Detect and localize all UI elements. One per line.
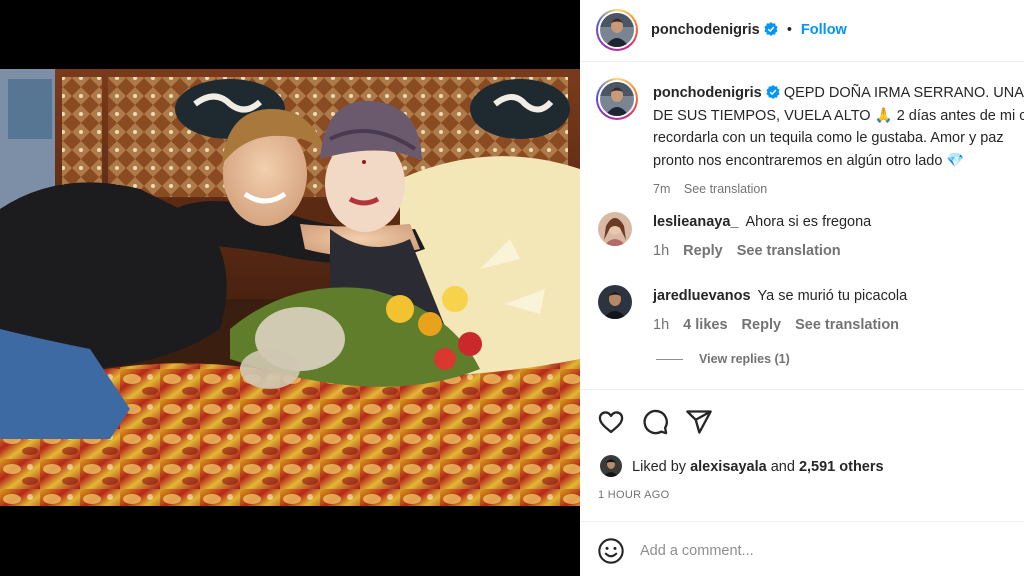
comment-username[interactable]: jaredluevanos	[653, 288, 751, 304]
comment-item: jaredluevanos Ya se murió tu picacola 1h…	[580, 284, 1024, 344]
liker-avatar[interactable]	[600, 455, 622, 477]
likes-summary: Liked by alexisayala and 2,591 others	[600, 455, 884, 477]
share-icon[interactable]	[685, 408, 713, 436]
liked-by-others[interactable]: 2,591 others	[799, 459, 884, 475]
follow-button[interactable]: Follow	[801, 22, 847, 38]
comment-body: leslieanaya_ Ahora si es fregona	[653, 214, 871, 230]
caption-time[interactable]: 7m	[653, 182, 670, 196]
caption-line-3: recordarla con un tequila como le gustab…	[653, 130, 1004, 146]
emoji-icon[interactable]	[597, 537, 625, 565]
comment-time[interactable]: 1h	[653, 317, 669, 333]
comment-avatar[interactable]	[598, 212, 632, 246]
comment-reply-button[interactable]: Reply	[683, 243, 723, 259]
comment-meta: 1h 4 likes Reply See translation	[653, 317, 909, 333]
liked-by-prefix: Liked by	[632, 459, 687, 475]
author-avatar-image	[600, 13, 634, 47]
comment-icon[interactable]	[641, 408, 669, 436]
comment-time[interactable]: 1h	[653, 243, 669, 259]
caption-username[interactable]: ponchodenigris	[653, 85, 762, 101]
heart-icon[interactable]	[597, 408, 625, 436]
post-details-panel: ponchodenigris • Follow ponchodenigris Q…	[580, 0, 1024, 576]
caption-avatar-image	[600, 82, 634, 116]
verified-badge-icon	[766, 85, 780, 99]
post-photo-illustration	[0, 69, 580, 506]
caption-meta: 7m See translation	[653, 178, 1024, 201]
media-pane	[0, 0, 580, 576]
comment-divider	[580, 521, 1024, 522]
post-timestamp[interactable]: 1 HOUR AGO	[598, 489, 669, 501]
caption-text: ponchodenigris QEPD DOÑA IRMA SERRANO. U…	[653, 82, 1024, 201]
comment-body: jaredluevanos Ya se murió tu picacola	[653, 288, 907, 304]
comment-reply-button[interactable]: Reply	[742, 317, 782, 333]
view-replies-button[interactable]: View replies (1)	[656, 352, 790, 366]
post-photo[interactable]	[0, 69, 580, 506]
liked-by-and: and	[770, 459, 795, 475]
caption-line-1: QEPD DOÑA IRMA SERRANO. UNA	[783, 85, 1024, 101]
comment-avatar-image	[598, 285, 632, 319]
view-replies-label: View replies (1)	[699, 352, 790, 366]
caption-see-translation[interactable]: See translation	[684, 182, 767, 196]
comment-item: leslieanaya_ Ahora si es fregona 1h Repl…	[580, 210, 1024, 270]
header-separator: •	[786, 22, 792, 38]
liker-avatar-image	[600, 455, 622, 477]
comment-see-translation[interactable]: See translation	[737, 243, 841, 259]
comment-username[interactable]: leslieanaya_	[653, 214, 738, 230]
comment-text: Ahora si es fregona	[745, 214, 872, 230]
comment-likes[interactable]: 4 likes	[683, 317, 727, 333]
header-username-row: ponchodenigris • Follow	[651, 22, 847, 38]
post-header: ponchodenigris • Follow	[580, 0, 1024, 62]
comment-meta: 1h Reply See translation	[653, 243, 851, 259]
comment-see-translation[interactable]: See translation	[795, 317, 899, 333]
caption-block: ponchodenigris QEPD DOÑA IRMA SERRANO. U…	[580, 62, 1024, 196]
liked-by-user[interactable]: alexisayala	[690, 459, 767, 475]
verified-badge-icon	[764, 22, 778, 36]
actions-divider	[580, 389, 1024, 390]
author-avatar[interactable]	[596, 9, 638, 51]
comment-text: Ya se murió tu picacola	[757, 288, 908, 304]
caption-author-avatar[interactable]	[596, 78, 638, 120]
comment-avatar-image	[598, 212, 632, 246]
caption-line-4: pronto nos encontraremos en algún otro l…	[653, 152, 965, 169]
comment-avatar[interactable]	[598, 285, 632, 319]
caption-line-2: DE SUS TIEMPOS, VUELA ALTO 🙏 2 días ante…	[653, 107, 1024, 124]
author-username[interactable]: ponchodenigris	[651, 22, 760, 38]
view-replies-dash	[656, 359, 683, 361]
add-comment-input[interactable]	[640, 539, 1000, 563]
